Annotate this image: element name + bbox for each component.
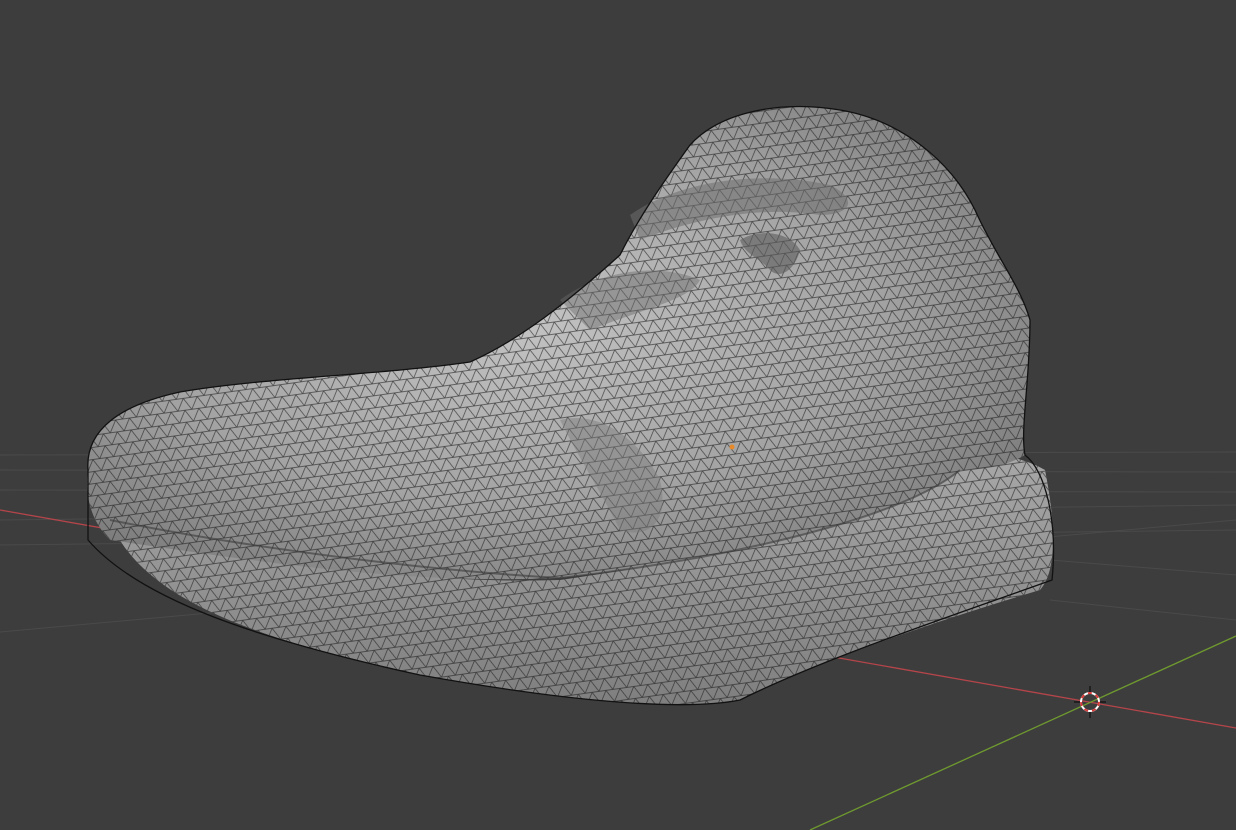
object-origin-dot[interactable] xyxy=(729,444,735,450)
head-mesh-object[interactable] xyxy=(87,105,1055,706)
y-axis-line xyxy=(809,635,1236,830)
3d-viewport[interactable] xyxy=(0,0,1236,830)
viewport-canvas[interactable] xyxy=(0,0,1236,830)
